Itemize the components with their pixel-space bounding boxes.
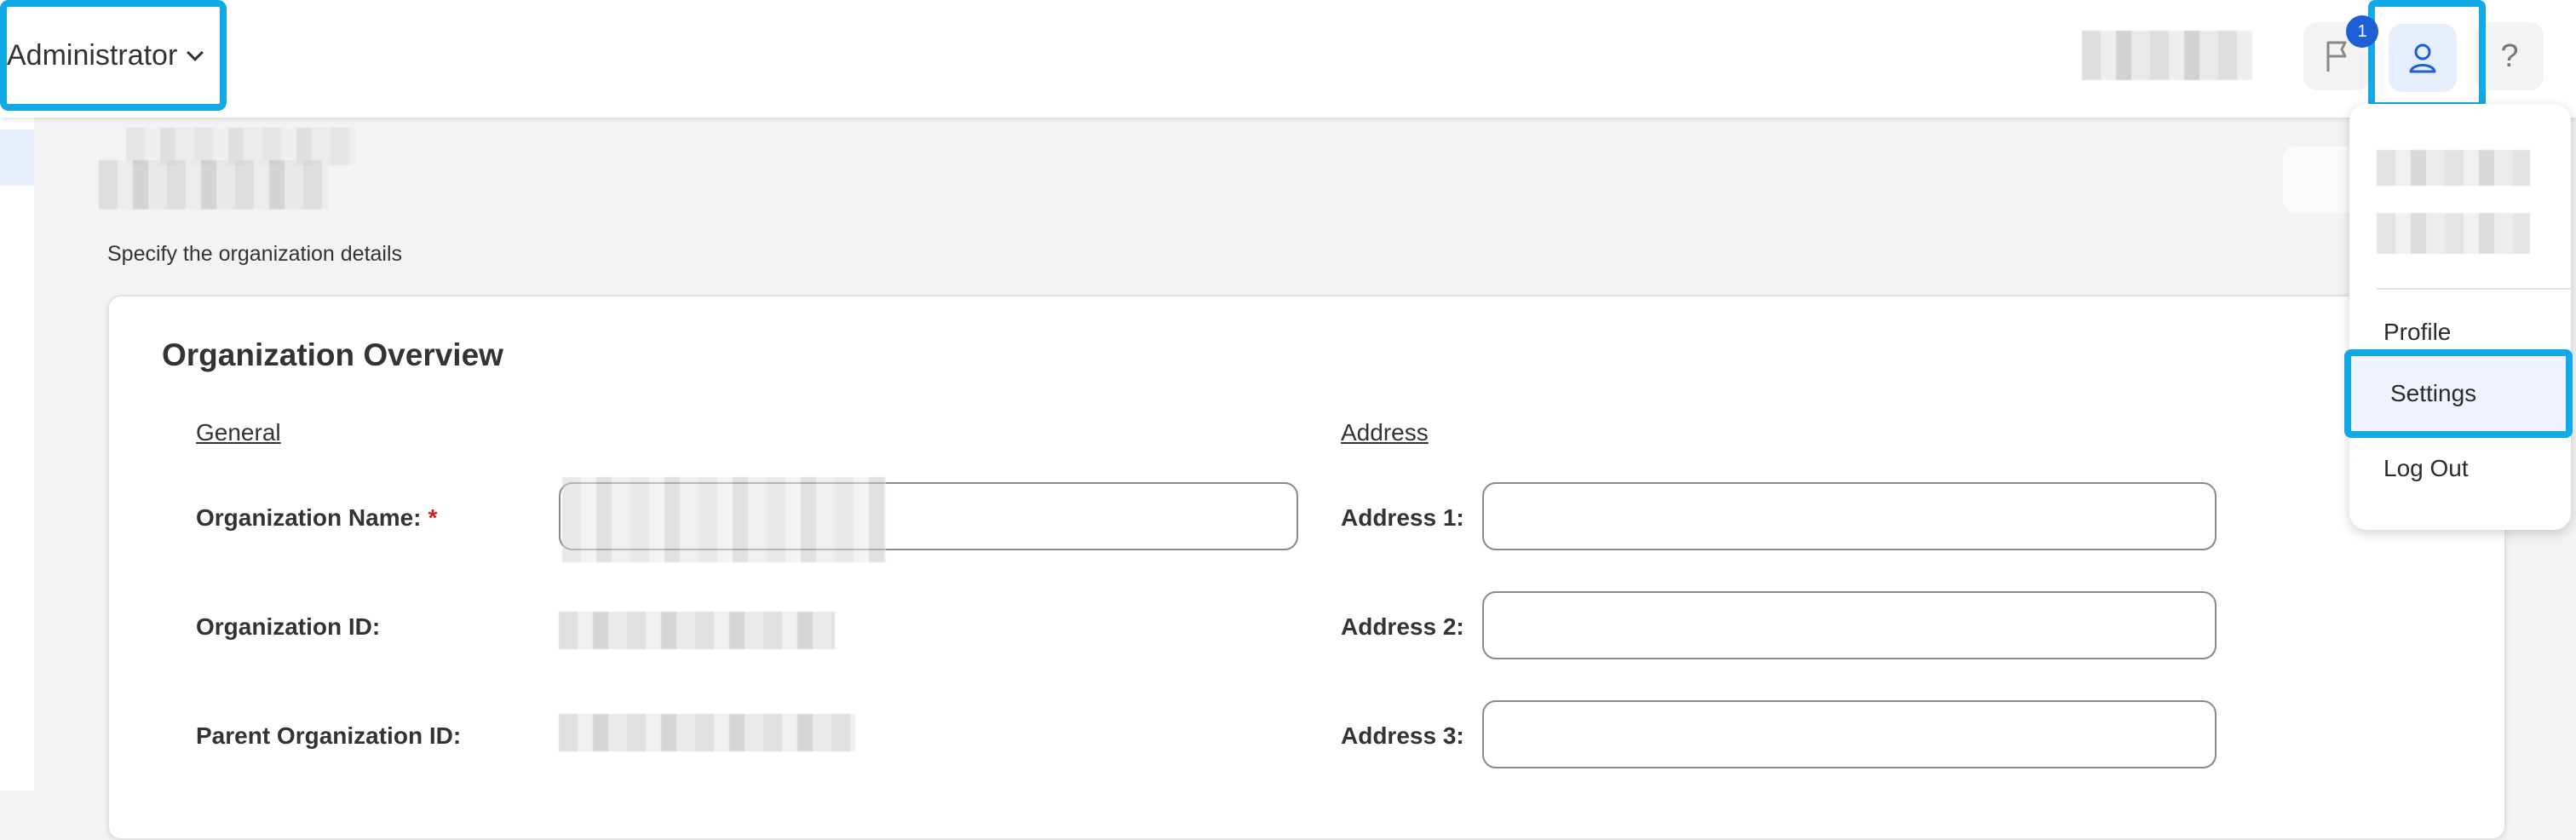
redacted-parent-org-id-value	[559, 714, 855, 751]
left-nav-active-item[interactable]	[0, 129, 34, 186]
org-name-label: Organization Name: *	[196, 504, 437, 532]
address1-input[interactable]	[1482, 482, 2217, 550]
notification-badge: 1	[2346, 15, 2378, 48]
menu-item-settings-label: Settings	[2390, 380, 2477, 406]
parent-org-id-label: Parent Organization ID:	[196, 722, 462, 749]
address3-input[interactable]	[1482, 700, 2217, 768]
redacted-org-id-value	[559, 612, 835, 649]
top-bar: Administrator 1 ?	[0, 0, 2576, 118]
address2-input[interactable]	[1482, 591, 2217, 659]
org-name-label-text: Organization Name:	[196, 504, 422, 531]
user-menu-divider	[2377, 288, 2571, 290]
redacted-page-title	[99, 160, 329, 210]
address3-label: Address 3:	[1341, 722, 1464, 749]
question-icon: ?	[2500, 37, 2519, 74]
page-subtitle: Specify the organization details	[107, 242, 403, 266]
required-asterisk: *	[428, 504, 438, 531]
profile-button[interactable]	[2389, 24, 2457, 92]
org-id-label: Organization ID:	[196, 613, 381, 640]
address2-label: Address 2:	[1341, 613, 1464, 640]
general-section-heading: General	[196, 419, 281, 446]
user-icon	[2409, 43, 2436, 73]
help-button[interactable]: ?	[2475, 22, 2544, 90]
flag-icon	[2326, 41, 2347, 72]
menu-item-settings[interactable]: Settings	[2344, 349, 2573, 438]
redacted-username	[2082, 31, 2252, 80]
redacted-user-email	[2377, 213, 2530, 254]
card-title: Organization Overview	[162, 337, 503, 372]
role-label: Administrator	[7, 38, 178, 72]
menu-item-profile[interactable]: Profile	[2383, 319, 2451, 346]
menu-item-logout[interactable]: Log Out	[2383, 455, 2469, 482]
chevron-down-icon	[187, 44, 204, 61]
redacted-user-name	[2377, 150, 2530, 186]
redacted-org-name-value	[562, 477, 886, 562]
address-section-heading: Address	[1341, 419, 1429, 446]
role-switcher[interactable]: Administrator	[0, 0, 227, 111]
left-nav-strip	[0, 118, 34, 791]
address1-label: Address 1:	[1341, 504, 1464, 531]
